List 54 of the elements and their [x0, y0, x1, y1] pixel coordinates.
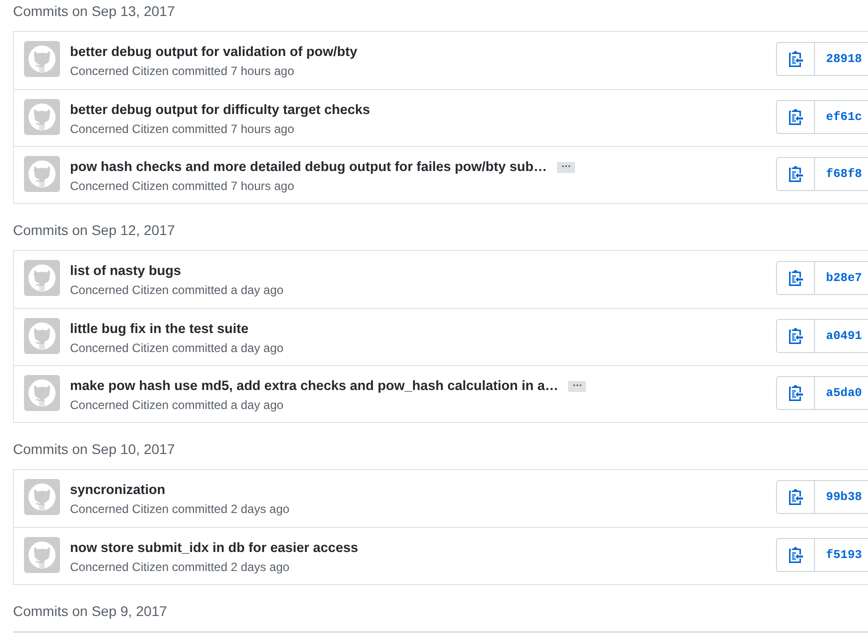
commit-byline: Concerned Citizen committed a day ago: [70, 340, 284, 357]
clipboard-icon: [788, 166, 802, 182]
commit-sha-button[interactable]: b28e7: [815, 261, 868, 295]
commit-byline: Concerned Citizen committed 7 hours ago: [70, 63, 294, 80]
expand-message-button[interactable]: …: [568, 380, 586, 392]
commit-byline: Concerned Citizen committed 7 hours ago: [70, 121, 294, 138]
copy-sha-button[interactable]: [776, 261, 815, 295]
date-heading: Commits on Sep 9, 2017: [13, 602, 168, 620]
commit-title[interactable]: better debug output for validation of pow/bty: [70, 42, 358, 62]
commit-title[interactable]: pow hash checks and more detailed debug output for failes pow/bty sub…: [70, 157, 548, 177]
commit-byline: Concerned Citizen committed a day ago: [70, 397, 284, 414]
avatar-icon: [24, 156, 60, 192]
copy-sha-button[interactable]: [776, 100, 815, 134]
expand-message-button[interactable]: …: [557, 162, 576, 172]
commit-title[interactable]: syncronization: [70, 480, 166, 500]
avatar-icon: [24, 99, 60, 135]
copy-sha-button[interactable]: [776, 319, 815, 353]
commit-sha-button[interactable]: a0491: [815, 319, 868, 353]
avatar-icon: [24, 537, 60, 573]
commit-sha-button[interactable]: f5193: [815, 538, 868, 572]
commit-byline: Concerned Citizen committed 7 hours ago: [70, 178, 294, 195]
copy-sha-button[interactable]: [776, 42, 815, 76]
commit-sha-button[interactable]: 99b38: [815, 480, 868, 514]
clipboard-icon: [788, 328, 802, 344]
clipboard-icon: [788, 270, 802, 286]
clipboard-icon: [788, 385, 802, 401]
avatar-icon: [24, 375, 60, 411]
avatar-icon: [24, 41, 60, 77]
avatar-icon: [24, 318, 60, 354]
commit-sha-button[interactable]: a5da0: [815, 376, 868, 410]
date-heading: Commits on Sep 12, 2017: [13, 221, 175, 239]
commit-byline: Concerned Citizen committed 2 days ago: [70, 559, 290, 576]
commit-byline: Concerned Citizen committed 2 days ago: [70, 501, 290, 518]
commit-title[interactable]: little bug fix in the test suite: [70, 319, 249, 339]
commit-title[interactable]: list of nasty bugs: [70, 261, 182, 281]
clipboard-icon: [788, 547, 802, 563]
copy-sha-button[interactable]: [776, 376, 815, 410]
commit-title[interactable]: make pow hash use md5, add extra checks and pow_hash calculation in a…: [70, 376, 558, 396]
copy-sha-button[interactable]: [776, 538, 815, 572]
date-heading: Commits on Sep 10, 2017: [13, 440, 175, 458]
clipboard-icon: [788, 51, 802, 67]
copy-sha-button[interactable]: [776, 480, 815, 514]
commit-title[interactable]: better debug output for difficulty target checks: [70, 100, 370, 120]
avatar-icon: [24, 479, 60, 515]
commit-title[interactable]: now store submit_idx in db for easier access: [70, 538, 358, 558]
date-heading: Commits on Sep 13, 2017: [13, 2, 175, 20]
commit-sha-button[interactable]: 28918: [815, 42, 868, 76]
commit-sha-button[interactable]: ef61c: [815, 100, 868, 134]
clipboard-icon: [788, 489, 802, 505]
commit-sha-button[interactable]: f68f8: [815, 157, 868, 191]
commit-byline: Concerned Citizen committed a day ago: [70, 282, 284, 299]
clipboard-icon: [788, 109, 802, 125]
copy-sha-button[interactable]: [776, 157, 815, 191]
avatar-icon: [24, 260, 60, 296]
